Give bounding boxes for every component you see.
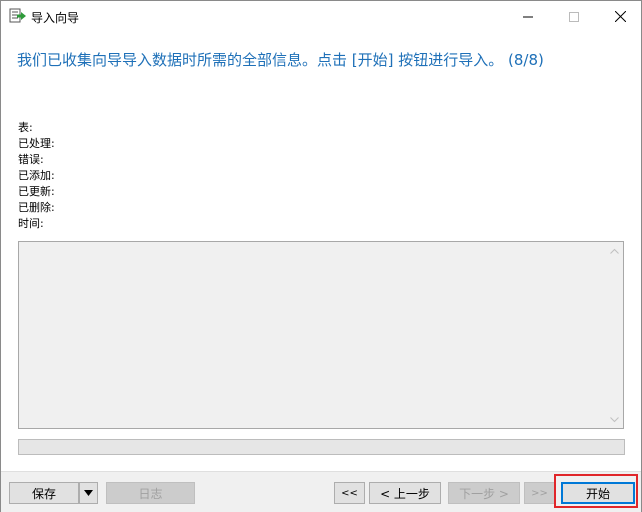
info-label-deleted: 已删除:	[18, 201, 55, 214]
save-button-label: 保存	[31, 486, 56, 501]
save-button[interactable]: 保存	[9, 482, 79, 504]
previous-button-label: < 上一步	[380, 486, 430, 501]
import-wizard-window: 导入向导 我们已收集向导导入数据时所需的全部信息。点击 [开始] 按钮进行导入。…	[0, 0, 642, 512]
close-icon	[614, 11, 626, 22]
import-wizard-icon	[9, 8, 27, 24]
info-label-processed: 已处理:	[18, 137, 55, 150]
import-progress-bar	[18, 439, 625, 455]
next-button[interactable]: 下一步 >	[448, 482, 520, 504]
first-page-button[interactable]: <<	[334, 482, 365, 504]
next-button-label: 下一步 >	[459, 486, 509, 501]
info-label-errors: 错误:	[18, 153, 44, 166]
maximize-icon	[569, 11, 579, 22]
log-textarea[interactable]	[18, 241, 624, 429]
import-info-labels: 表: 已处理: 错误: 已添加: 已更新: 已删除: 时间:	[18, 120, 55, 232]
last-page-button-label: >>	[531, 487, 548, 499]
info-label-table: 表:	[18, 121, 33, 134]
info-label-time: 时间:	[18, 217, 44, 230]
info-label-added: 已添加:	[18, 169, 55, 182]
scroll-up-arrow-icon[interactable]	[606, 242, 623, 259]
save-dropdown-button[interactable]	[79, 482, 98, 504]
window-title: 导入向导	[31, 11, 80, 25]
info-label-updated: 已更新:	[18, 185, 55, 198]
wizard-button-bar: 保存 日志 << < 上一步 下一步 > >> 开始	[1, 471, 641, 512]
dropdown-arrow-icon	[84, 490, 93, 496]
wizard-heading: 我们已收集向导导入数据时所需的全部信息。点击 [开始] 按钮进行导入。 (8/8…	[17, 51, 544, 69]
last-page-button[interactable]: >>	[524, 482, 555, 504]
log-button[interactable]: 日志	[106, 482, 195, 504]
first-page-button-label: <<	[341, 487, 358, 499]
title-bar[interactable]: 导入向导	[1, 1, 641, 32]
previous-button[interactable]: < 上一步	[369, 482, 441, 504]
scroll-down-arrow-icon[interactable]	[606, 411, 623, 428]
start-button-highlight	[554, 474, 638, 508]
minimize-button[interactable]	[505, 1, 551, 32]
minimize-icon	[523, 16, 533, 17]
log-button-label: 日志	[138, 486, 163, 501]
maximize-button[interactable]	[551, 1, 597, 32]
close-button[interactable]	[597, 1, 642, 32]
log-scrollbar[interactable]	[606, 242, 623, 428]
